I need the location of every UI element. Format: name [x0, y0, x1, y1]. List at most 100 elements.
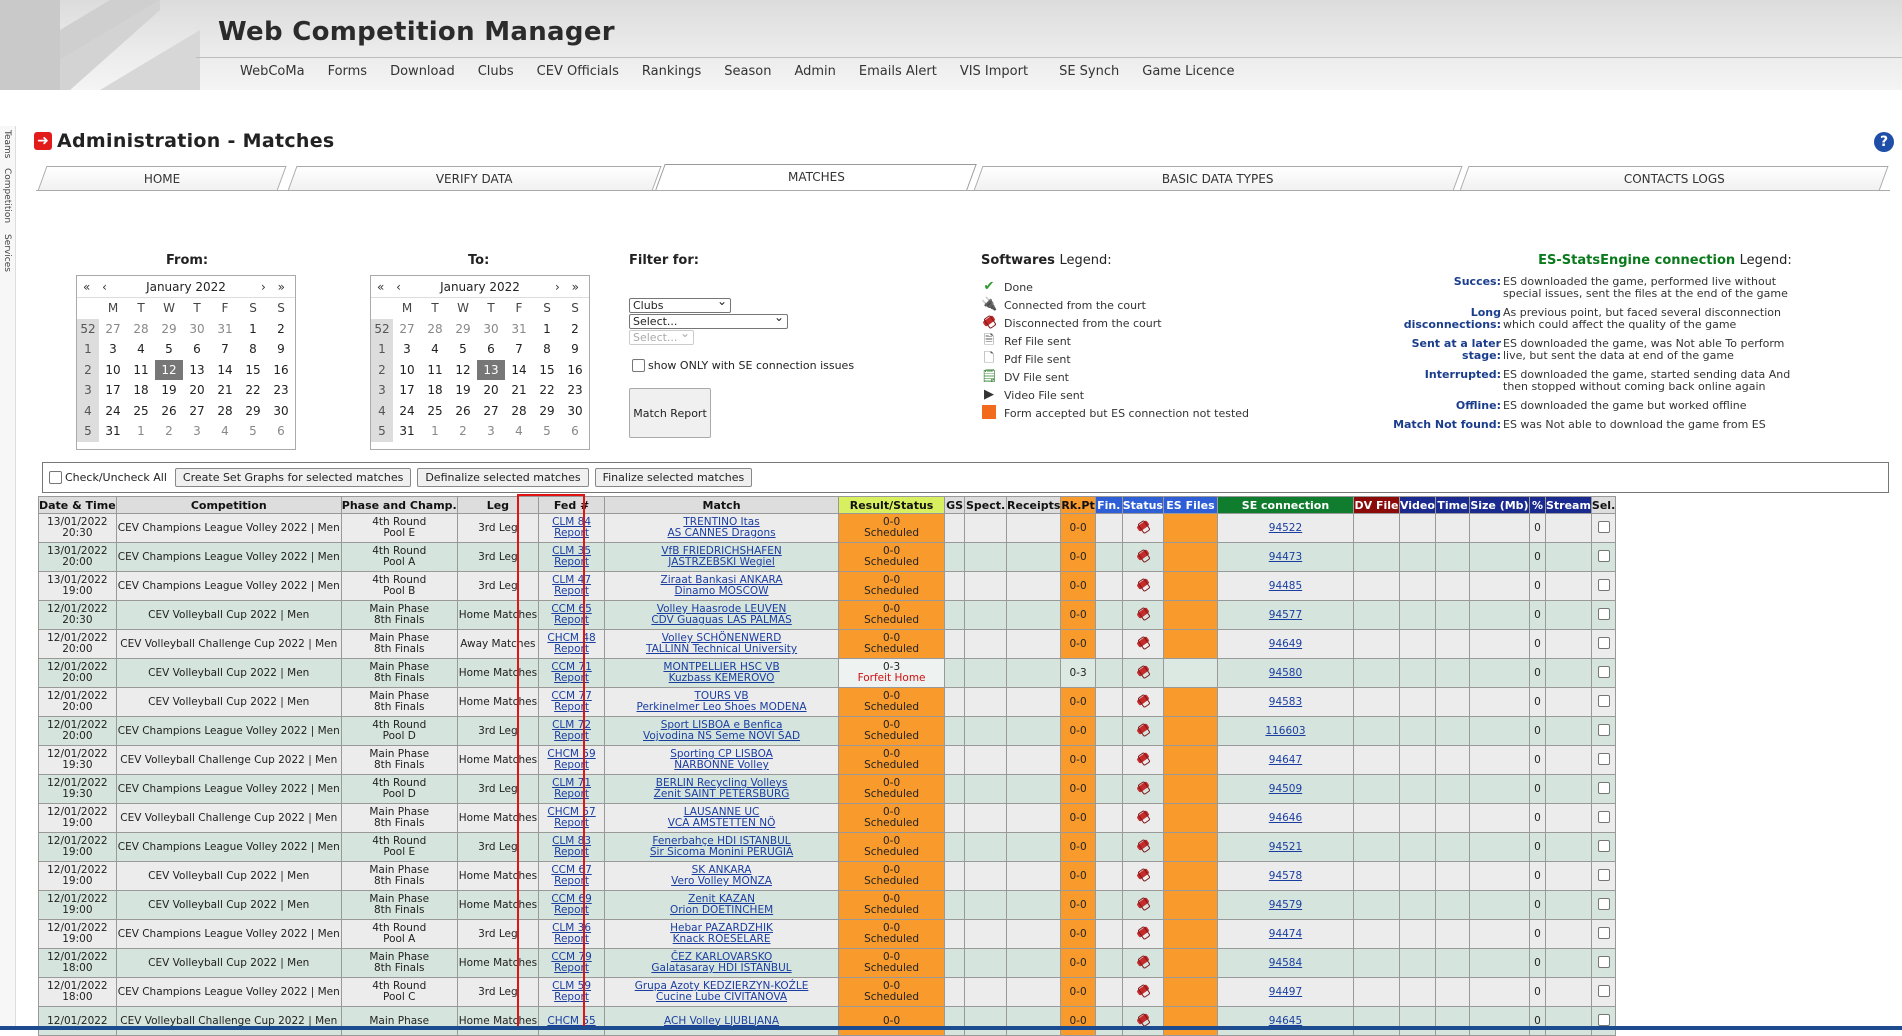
- calendar-day[interactable]: 3: [183, 421, 211, 442]
- calendar-prev-nav[interactable]: « ‹: [377, 280, 405, 294]
- away-team-link[interactable]: CDV Guaguas LAS PALMAS: [651, 614, 791, 626]
- se-connection-link[interactable]: 94645: [1269, 1015, 1302, 1027]
- calendar-day[interactable]: 14: [505, 360, 533, 381]
- se-connection-link[interactable]: 94577: [1269, 609, 1302, 621]
- definalize-button[interactable]: Definalize selected matches: [417, 468, 589, 487]
- side-tab-teams[interactable]: Teams: [2, 130, 12, 158]
- col-receipts[interactable]: Receipts: [1006, 496, 1062, 514]
- away-team-link[interactable]: Zenit SAINT PETERSBURG: [654, 788, 790, 800]
- away-team-link[interactable]: Knack ROESELARE: [673, 933, 771, 945]
- calendar-day[interactable]: 13: [183, 360, 211, 381]
- calendar-day[interactable]: 31: [505, 319, 533, 340]
- away-team-link[interactable]: TALLINN Technical University: [646, 643, 797, 655]
- calendar-day[interactable]: 4: [421, 339, 449, 360]
- away-team-link[interactable]: Cucine Lube CIVITANOVA: [656, 991, 787, 1003]
- col-es-files[interactable]: ES Files: [1162, 496, 1218, 514]
- col-time[interactable]: Time: [1434, 496, 1470, 514]
- tab-contacts-logs[interactable]: CONTACTS LOGS: [1459, 166, 1889, 191]
- report-link[interactable]: Report: [554, 759, 589, 771]
- nav-item-rankings[interactable]: Rankings: [642, 64, 701, 79]
- calendar-day[interactable]: 31: [393, 421, 421, 442]
- calendar-next-nav[interactable]: › »: [555, 280, 583, 294]
- tab-home[interactable]: HOME: [37, 166, 287, 191]
- calendar-day[interactable]: 14: [211, 360, 239, 381]
- se-connection-link[interactable]: 116603: [1265, 725, 1305, 737]
- se-connection-link[interactable]: 94579: [1269, 899, 1302, 911]
- calendar-day[interactable]: 24: [393, 401, 421, 422]
- away-team-link[interactable]: Dinamo MOSCOW: [675, 585, 769, 597]
- calendar-day[interactable]: 29: [239, 401, 267, 422]
- row-select-checkbox[interactable]: [1597, 868, 1610, 881]
- row-select-checkbox[interactable]: [1597, 723, 1610, 736]
- calendar-day[interactable]: 9: [561, 339, 589, 360]
- col-stream[interactable]: Stream: [1544, 496, 1592, 514]
- calendar-day[interactable]: 21: [505, 380, 533, 401]
- se-connection-link[interactable]: 94646: [1269, 812, 1302, 824]
- row-select-checkbox[interactable]: [1597, 926, 1610, 939]
- col-fed[interactable]: Fed #: [538, 496, 606, 514]
- away-team-link[interactable]: AS CANNES Dragons: [667, 527, 775, 539]
- se-only-checkbox[interactable]: [632, 359, 645, 372]
- col-rank-points[interactable]: Rk.Pt: [1060, 496, 1096, 514]
- nav-item-clubs[interactable]: Clubs: [478, 64, 514, 79]
- row-select-checkbox[interactable]: [1597, 781, 1610, 794]
- calendar-day[interactable]: 4: [505, 421, 533, 442]
- report-link[interactable]: Report: [554, 904, 589, 916]
- away-team-link[interactable]: Vero Volley MONZA: [671, 875, 772, 887]
- se-connection-link[interactable]: 94649: [1269, 638, 1302, 650]
- calendar-day[interactable]: 5: [155, 339, 183, 360]
- calendar-day[interactable]: 5: [239, 421, 267, 442]
- calendar-day[interactable]: 17: [99, 380, 127, 401]
- report-link[interactable]: Report: [554, 614, 589, 626]
- calendar-day[interactable]: 16: [561, 360, 589, 381]
- calendar-day[interactable]: 2: [561, 319, 589, 340]
- row-select-checkbox[interactable]: [1597, 694, 1610, 707]
- calendar-day[interactable]: 22: [533, 380, 561, 401]
- calendar-day[interactable]: 21: [211, 380, 239, 401]
- nav-item-vis-import[interactable]: VIS Import: [960, 64, 1028, 79]
- calendar-day[interactable]: 18: [127, 380, 155, 401]
- calendar-day[interactable]: 6: [477, 339, 505, 360]
- row-select-checkbox[interactable]: [1597, 520, 1610, 533]
- away-team-link[interactable]: Galatasaray HDI ISTANBUL: [651, 962, 791, 974]
- nav-item-forms[interactable]: Forms: [328, 64, 368, 79]
- report-link[interactable]: Report: [554, 846, 589, 858]
- se-connection-link[interactable]: 94497: [1269, 986, 1302, 998]
- col-leg[interactable]: Leg: [456, 496, 540, 514]
- calendar-day[interactable]: 2: [267, 319, 295, 340]
- match-report-button[interactable]: Match Report: [629, 388, 711, 438]
- col-phase[interactable]: Phase and Champ.: [340, 496, 458, 514]
- tab-basic-data-types[interactable]: BASIC DATA TYPES: [973, 166, 1463, 191]
- away-team-link[interactable]: Orion DOETINCHEM: [670, 904, 773, 916]
- away-team-link[interactable]: VCA AMSTETTEN NÖ: [668, 817, 776, 829]
- calendar-day[interactable]: 3: [477, 421, 505, 442]
- calendar-next-nav[interactable]: › »: [261, 280, 289, 294]
- away-team-link[interactable]: Kuzbass KEMEROVO: [669, 672, 775, 684]
- nav-item-cev-officials[interactable]: CEV Officials: [537, 64, 619, 79]
- calendar-day[interactable]: 6: [267, 421, 295, 442]
- se-connection-link[interactable]: 94474: [1269, 928, 1302, 940]
- col-result-status[interactable]: Result/Status: [838, 496, 946, 514]
- report-link[interactable]: Report: [554, 788, 589, 800]
- calendar-day[interactable]: 25: [421, 401, 449, 422]
- calendar-day[interactable]: 24: [99, 401, 127, 422]
- calendar-day[interactable]: 26: [449, 401, 477, 422]
- calendar-day[interactable]: 1: [239, 319, 267, 340]
- row-select-checkbox[interactable]: [1597, 1013, 1610, 1026]
- calendar-day[interactable]: 11: [421, 360, 449, 381]
- row-select-checkbox[interactable]: [1597, 636, 1610, 649]
- se-connection-link[interactable]: 94583: [1269, 696, 1302, 708]
- calendar-day[interactable]: 4: [211, 421, 239, 442]
- nav-item-admin[interactable]: Admin: [794, 64, 835, 79]
- nav-item-season[interactable]: Season: [724, 64, 771, 79]
- help-icon[interactable]: ?: [1874, 132, 1894, 152]
- se-connection-link[interactable]: 94473: [1269, 551, 1302, 563]
- nav-item-se-synch[interactable]: SE Synch: [1059, 64, 1119, 79]
- col-status[interactable]: Status: [1121, 496, 1164, 514]
- fed-number-link[interactable]: CHCM 55: [547, 1015, 595, 1027]
- calendar-day[interactable]: 4: [127, 339, 155, 360]
- away-team-link[interactable]: Vojvodina NS Seme NOVI SAD: [643, 730, 800, 742]
- to-calendar[interactable]: « ‹ January 2022 › » M T W T F S S 52 27 28 29 30 31…: [370, 275, 590, 450]
- row-select-checkbox[interactable]: [1597, 955, 1610, 968]
- calendar-day[interactable]: 1: [533, 319, 561, 340]
